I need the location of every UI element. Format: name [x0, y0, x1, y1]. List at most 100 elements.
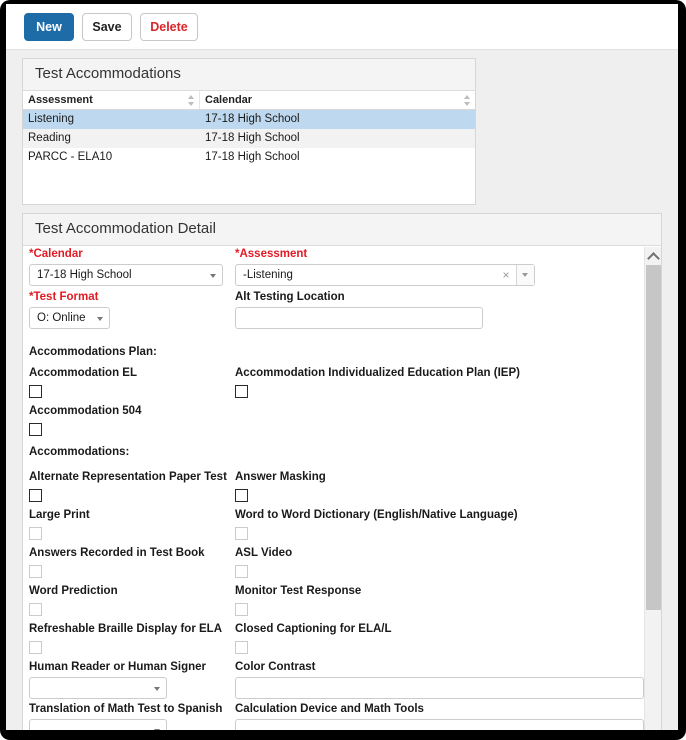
alternate-representation-paper-test-checkbox[interactable] [29, 489, 42, 502]
accommodation-el-label: Accommodation EL [29, 367, 137, 379]
column-header-calendar[interactable]: Calendar [200, 91, 475, 109]
accommodations-plan-heading: Accommodations Plan: [29, 346, 157, 358]
asl-video-label: ASL Video [235, 547, 293, 559]
human-reader-or-signer-select[interactable] [29, 677, 167, 699]
alt-testing-location-field: Alt Testing Location [235, 290, 483, 329]
delete-button[interactable]: Delete [140, 13, 198, 41]
calendar-field: *Calendar 17-18 High School [29, 247, 223, 286]
monitor-test-response-checkbox [235, 603, 248, 616]
cell-assessment: Reading [28, 132, 71, 144]
detail-panel-title: Test Accommodation Detail [23, 214, 661, 246]
cell-calendar: 17-18 High School [205, 151, 300, 163]
cell-calendar: 17-18 High School [205, 132, 300, 144]
chevron-down-icon[interactable] [516, 265, 534, 285]
list-panel-title: Test Accommodations [23, 59, 475, 91]
test-format-label: *Test Format [29, 291, 99, 303]
table-row[interactable]: Reading 17-18 High School [23, 129, 475, 148]
chevron-up-icon[interactable] [645, 247, 661, 263]
alternate-representation-paper-test-field: Alternate Representation Paper Test [29, 470, 227, 502]
detail-scrollbar[interactable] [644, 247, 661, 730]
answer-masking-label: Answer Masking [235, 471, 326, 483]
cell-assessment: Listening [28, 113, 75, 125]
translation-math-spanish-field: Translation of Math Test to Spanish [29, 702, 222, 730]
accommodation-504-field: Accommodation 504 [29, 404, 141, 436]
closed-captioning-label: Closed Captioning for ELA/L [235, 623, 392, 635]
word-prediction-checkbox [29, 603, 42, 616]
translation-math-spanish-label: Translation of Math Test to Spanish [29, 703, 223, 715]
accommodation-iep-field: Accommodation Individualized Education P… [235, 366, 520, 398]
closed-captioning-field: Closed Captioning for ELA/L [235, 622, 392, 654]
translation-math-spanish-select[interactable] [29, 719, 167, 730]
column-header-assessment-label: Assessment [28, 94, 93, 106]
asl-video-checkbox [235, 565, 248, 578]
assessment-label: *Assessment [235, 248, 308, 260]
list-column-headers: Assessment Calendar [23, 91, 475, 110]
table-row[interactable]: Listening 17-18 High School [23, 110, 475, 129]
clear-icon[interactable]: × [500, 268, 512, 282]
word-to-word-dictionary-checkbox [235, 527, 248, 540]
color-contrast-input[interactable] [235, 677, 644, 699]
calculation-device-math-tools-label: Calculation Device and Math Tools [235, 703, 424, 715]
refreshable-braille-display-field: Refreshable Braille Display for ELA [29, 622, 222, 654]
human-reader-or-signer-field: Human Reader or Human Signer [29, 660, 206, 699]
scrollbar-thumb[interactable] [646, 265, 661, 610]
large-print-label: Large Print [29, 509, 90, 521]
word-prediction-label: Word Prediction [29, 585, 118, 597]
column-header-assessment[interactable]: Assessment [23, 91, 200, 109]
new-button[interactable]: New [24, 13, 74, 41]
calendar-label: *Calendar [29, 248, 83, 260]
test-accommodation-detail-panel: Test Accommodation Detail *Calendar 17-1… [22, 213, 662, 730]
answers-recorded-in-test-book-label: Answers Recorded in Test Book [29, 547, 205, 559]
answers-recorded-in-test-book-field: Answers Recorded in Test Book [29, 546, 205, 578]
word-to-word-dictionary-field: Word to Word Dictionary (English/Native … [235, 508, 518, 540]
color-contrast-label: Color Contrast [235, 661, 316, 673]
sort-arrows-icon[interactable] [464, 95, 471, 106]
test-accommodations-panel: Test Accommodations Assessment Calendar … [22, 58, 476, 205]
calendar-select-value: 17-18 High School [37, 269, 132, 281]
accommodation-iep-label: Accommodation Individualized Education P… [235, 367, 520, 379]
assessment-field: *Assessment -Listening × [235, 247, 535, 286]
action-toolbar: New Save Delete [6, 4, 678, 50]
calculation-device-math-tools-input[interactable] [235, 719, 644, 730]
test-format-select-value: O: Online [37, 312, 86, 324]
closed-captioning-checkbox [235, 641, 248, 654]
alt-testing-location-label: Alt Testing Location [235, 291, 345, 303]
answers-recorded-in-test-book-checkbox [29, 565, 42, 578]
chevron-down-icon [154, 687, 160, 691]
human-reader-or-signer-label: Human Reader or Human Signer [29, 661, 207, 673]
answer-masking-checkbox[interactable] [235, 489, 248, 502]
large-print-checkbox [29, 527, 42, 540]
asl-video-field: ASL Video [235, 546, 292, 578]
chevron-down-icon [97, 317, 103, 321]
alt-testing-location-input[interactable] [235, 307, 483, 329]
accommodation-el-checkbox[interactable] [29, 385, 42, 398]
answer-masking-field: Answer Masking [235, 470, 326, 502]
accommodation-el-field: Accommodation EL [29, 366, 137, 398]
accommodation-iep-checkbox[interactable] [235, 385, 248, 398]
test-format-field: *Test Format O: Online [29, 290, 110, 329]
monitor-test-response-field: Monitor Test Response [235, 584, 361, 616]
test-format-select[interactable]: O: Online [29, 307, 110, 329]
save-button[interactable]: Save [82, 13, 132, 41]
word-prediction-field: Word Prediction [29, 584, 118, 616]
alternate-representation-paper-test-label: Alternate Representation Paper Test [29, 471, 227, 483]
page-body: Test Accommodations Assessment Calendar … [6, 50, 678, 730]
word-to-word-dictionary-label: Word to Word Dictionary (English/Native … [235, 509, 518, 521]
assessment-select[interactable]: -Listening × [235, 264, 535, 286]
color-contrast-field: Color Contrast [235, 660, 644, 699]
calculation-device-math-tools-field: Calculation Device and Math Tools [235, 702, 644, 730]
refreshable-braille-display-checkbox [29, 641, 42, 654]
chevron-down-icon [210, 274, 216, 278]
cell-calendar: 17-18 High School [205, 113, 300, 125]
sort-arrows-icon[interactable] [188, 95, 195, 106]
large-print-field: Large Print [29, 508, 90, 540]
detail-form: *Calendar 17-18 High School *Assessment … [23, 247, 644, 730]
screenshot-frame: New Save Delete Test Accommodations Asse… [0, 0, 686, 740]
accommodations-heading: Accommodations: [29, 446, 130, 458]
calendar-select[interactable]: 17-18 High School [29, 264, 223, 286]
app-viewport: New Save Delete Test Accommodations Asse… [6, 4, 678, 730]
column-header-calendar-label: Calendar [205, 94, 253, 106]
monitor-test-response-label: Monitor Test Response [235, 585, 362, 597]
accommodation-504-checkbox[interactable] [29, 423, 42, 436]
table-row[interactable]: PARCC - ELA10 17-18 High School [23, 148, 475, 167]
